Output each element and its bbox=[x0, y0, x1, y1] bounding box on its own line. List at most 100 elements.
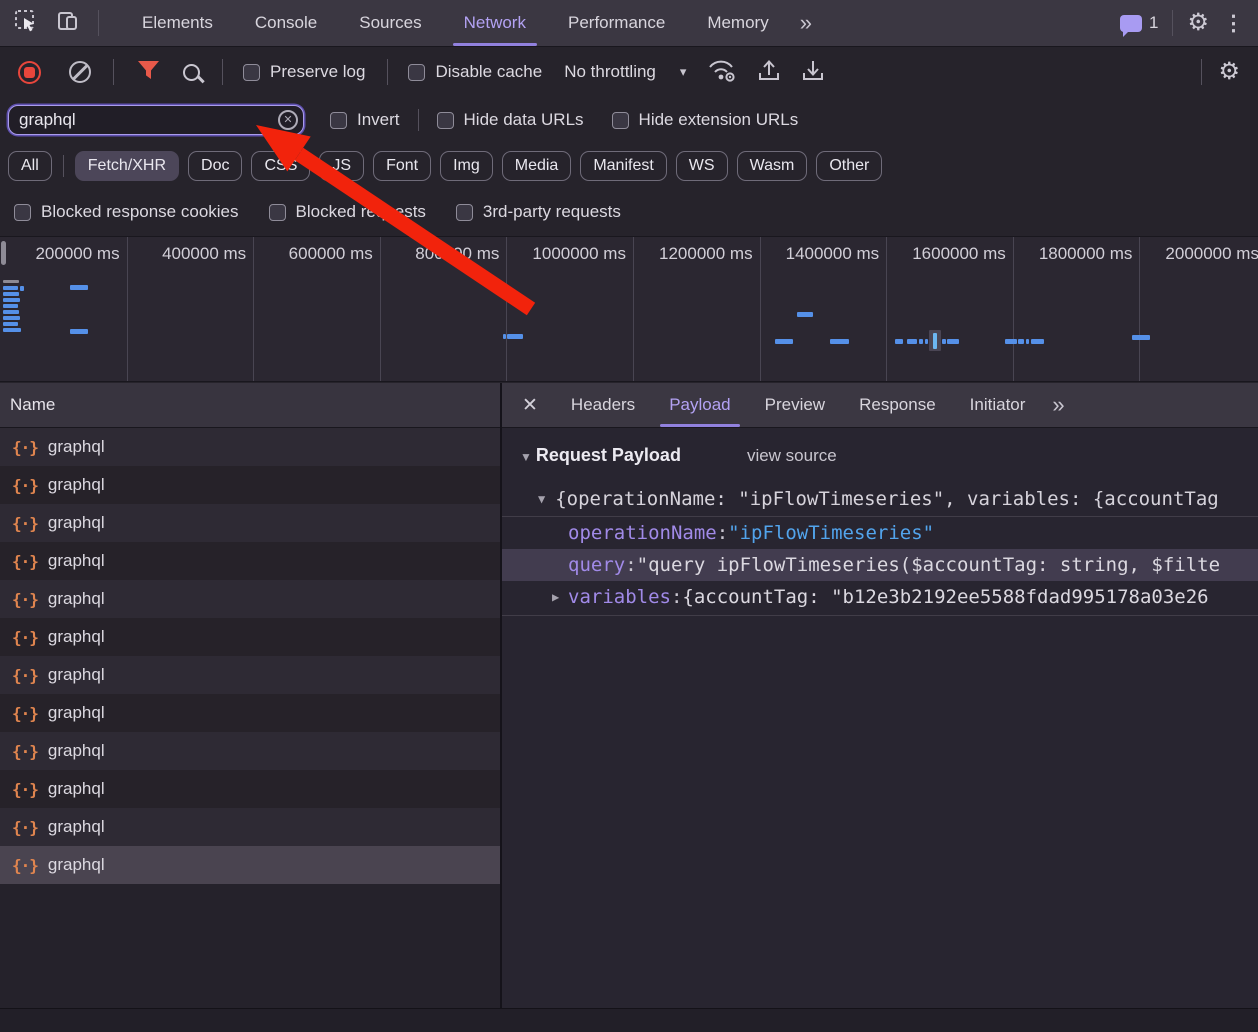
preserve-log-label: Preserve log bbox=[270, 62, 365, 82]
divider bbox=[1201, 59, 1202, 85]
divider bbox=[418, 109, 419, 131]
request-row[interactable]: {·}graphql bbox=[0, 694, 500, 732]
device-toolbar-icon[interactable] bbox=[56, 9, 80, 38]
invert-checkbox[interactable]: Invert bbox=[330, 110, 400, 130]
details-tab-preview[interactable]: Preview bbox=[748, 383, 842, 427]
colon: : bbox=[671, 586, 682, 608]
request-name: graphql bbox=[48, 551, 105, 571]
timeline-gridline bbox=[253, 237, 254, 381]
request-row[interactable]: {·}graphql bbox=[0, 732, 500, 770]
details-tab-headers[interactable]: Headers bbox=[554, 383, 652, 427]
request-row[interactable]: {·}graphql bbox=[0, 428, 500, 466]
request-name: graphql bbox=[48, 627, 105, 647]
checkbox-box bbox=[243, 64, 260, 81]
waterfall-bar bbox=[70, 285, 88, 290]
fetch-json-icon: {·} bbox=[12, 666, 38, 685]
filter-chip-img[interactable]: Img bbox=[440, 151, 493, 181]
request-row[interactable]: {·}graphql bbox=[0, 542, 500, 580]
payload-row-variables[interactable]: ▶ variables: {accountTag: "b12e3b2192ee5… bbox=[502, 581, 1258, 613]
export-har-icon[interactable] bbox=[800, 57, 826, 88]
request-row[interactable]: {·}graphql bbox=[0, 656, 500, 694]
clear-filter-icon[interactable]: ✕ bbox=[278, 110, 298, 130]
close-icon[interactable]: ✕ bbox=[502, 394, 554, 417]
throttling-dropdown[interactable]: No throttling ▾ bbox=[564, 62, 686, 82]
tab-network[interactable]: Network bbox=[443, 0, 547, 46]
filter-chip-media[interactable]: Media bbox=[502, 151, 572, 181]
request-name: graphql bbox=[48, 855, 105, 875]
waterfall-bar bbox=[830, 339, 849, 344]
import-har-icon[interactable] bbox=[756, 57, 782, 88]
hide-extension-urls-label: Hide extension URLs bbox=[639, 110, 799, 130]
bottom-strip bbox=[0, 1008, 1258, 1032]
filter-chip-doc[interactable]: Doc bbox=[188, 151, 242, 181]
tab-elements[interactable]: Elements bbox=[121, 0, 234, 46]
blocked-response-cookies-checkbox[interactable]: Blocked response cookies bbox=[14, 202, 239, 222]
network-settings-icon[interactable]: ⚙ bbox=[1218, 60, 1240, 84]
tree-collapsed-icon[interactable]: ▶ bbox=[552, 590, 559, 604]
request-row[interactable]: {·}graphql bbox=[0, 770, 500, 808]
settings-icon[interactable]: ⚙ bbox=[1187, 11, 1209, 35]
colon: : bbox=[717, 522, 728, 544]
details-tab-initiator[interactable]: Initiator bbox=[953, 383, 1043, 427]
waterfall-bar bbox=[1031, 339, 1044, 344]
blocked-requests-checkbox[interactable]: Blocked requests bbox=[269, 202, 426, 222]
section-expanded-icon[interactable]: ▼ bbox=[520, 450, 532, 464]
devtools-window: ElementsConsoleSourcesNetworkPerformance… bbox=[0, 0, 1258, 1032]
disable-cache-checkbox[interactable]: Disable cache bbox=[408, 62, 542, 82]
preserve-log-checkbox[interactable]: Preserve log bbox=[243, 62, 365, 82]
filter-chip-wasm[interactable]: Wasm bbox=[737, 151, 808, 181]
hide-extension-urls-checkbox[interactable]: Hide extension URLs bbox=[612, 110, 799, 130]
request-row[interactable]: {·}graphql bbox=[0, 846, 500, 884]
filter-chip-ws[interactable]: WS bbox=[676, 151, 728, 181]
more-tabs-icon[interactable]: » bbox=[790, 10, 820, 36]
issues-button[interactable]: 1 bbox=[1120, 13, 1158, 33]
filter-chip-js[interactable]: JS bbox=[319, 151, 364, 181]
request-row[interactable]: {·}graphql bbox=[0, 580, 500, 618]
search-icon[interactable] bbox=[183, 64, 200, 81]
tree-expanded-icon[interactable]: ▼ bbox=[538, 492, 545, 506]
payload-row-query[interactable]: query: "query ipFlowTimeseries($accountT… bbox=[502, 549, 1258, 581]
name-column-header[interactable]: Name bbox=[0, 383, 500, 428]
third-party-requests-checkbox[interactable]: 3rd-party requests bbox=[456, 202, 621, 222]
network-overview-timeline[interactable]: 200000 ms400000 ms600000 ms800000 ms1000… bbox=[0, 236, 1258, 382]
filter-chip-manifest[interactable]: Manifest bbox=[580, 151, 666, 181]
request-row[interactable]: {·}graphql bbox=[0, 808, 500, 846]
panel-tabs: ElementsConsoleSourcesNetworkPerformance… bbox=[121, 0, 790, 46]
more-detail-tabs-icon[interactable]: » bbox=[1042, 392, 1072, 418]
waterfall-bar bbox=[797, 312, 813, 317]
waterfall-bar bbox=[1132, 335, 1150, 340]
filter-chip-all[interactable]: All bbox=[8, 151, 52, 181]
checkbox-box bbox=[437, 112, 454, 129]
clear-network-log-button[interactable] bbox=[69, 61, 91, 83]
request-row[interactable]: {·}graphql bbox=[0, 618, 500, 656]
view-source-link[interactable]: view source bbox=[747, 446, 837, 466]
request-name: graphql bbox=[48, 475, 105, 495]
details-tab-response[interactable]: Response bbox=[842, 383, 953, 427]
tab-sources[interactable]: Sources bbox=[338, 0, 442, 46]
details-tab-payload[interactable]: Payload bbox=[652, 383, 747, 427]
filter-chip-fetchxhr[interactable]: Fetch/XHR bbox=[75, 151, 179, 181]
payload-row-operationName[interactable]: operationName: "ipFlowTimeseries" bbox=[502, 517, 1258, 549]
filter-icon[interactable] bbox=[136, 59, 161, 86]
fetch-json-icon: {·} bbox=[12, 818, 38, 837]
tab-memory[interactable]: Memory bbox=[686, 0, 789, 46]
request-name: graphql bbox=[48, 513, 105, 533]
filter-chip-other[interactable]: Other bbox=[816, 151, 882, 181]
divider bbox=[387, 59, 388, 85]
request-row[interactable]: {·}graphql bbox=[0, 504, 500, 542]
network-main-area: Name {·}graphql{·}graphql{·}graphql{·}gr… bbox=[0, 383, 1258, 1008]
tab-console[interactable]: Console bbox=[234, 0, 338, 46]
record-network-log-button[interactable] bbox=[18, 61, 41, 84]
menu-kebab-icon[interactable]: ⋮ bbox=[1223, 11, 1244, 36]
checkbox-box bbox=[408, 64, 425, 81]
inspect-element-icon[interactable] bbox=[14, 9, 38, 38]
filter-chip-css[interactable]: CSS bbox=[251, 151, 310, 181]
divider bbox=[1172, 10, 1173, 36]
hide-data-urls-checkbox[interactable]: Hide data URLs bbox=[437, 110, 584, 130]
filter-chip-font[interactable]: Font bbox=[373, 151, 431, 181]
network-conditions-icon[interactable] bbox=[706, 57, 738, 88]
waterfall-bar bbox=[3, 322, 18, 326]
request-row[interactable]: {·}graphql bbox=[0, 466, 500, 504]
tab-performance[interactable]: Performance bbox=[547, 0, 686, 46]
filter-input[interactable] bbox=[8, 105, 304, 135]
